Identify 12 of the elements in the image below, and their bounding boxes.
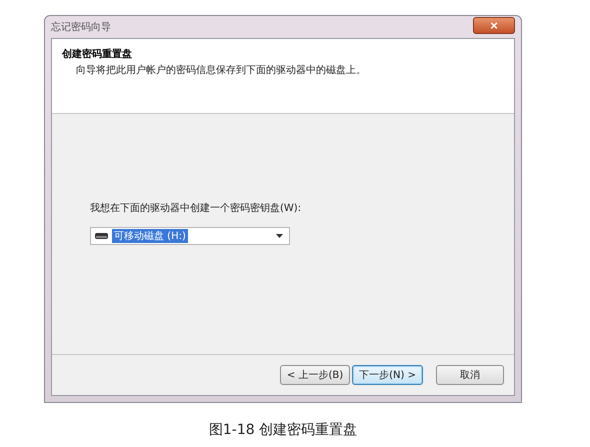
figure-caption: 图1-18 创建密码重置盘 xyxy=(208,421,358,439)
dropdown-value: 可移动磁盘 (H:) xyxy=(112,229,188,243)
drive-dropdown[interactable]: 可移动磁盘 (H:) xyxy=(90,227,290,245)
prompt-label: 我想在下面的驱动器中创建一个密码密钥盘(W): xyxy=(90,202,302,215)
header-description: 向导将把此用户帐户的密码信息保存到下面的驱动器中的磁盘上。 xyxy=(75,64,367,77)
header-title: 创建密码重置盘 xyxy=(62,48,133,61)
caret-icon xyxy=(276,234,283,238)
drive-icon xyxy=(95,233,108,239)
wizard-button[interactable]: 取消 xyxy=(436,365,504,385)
wizard-button[interactable]: < 上一步(B) xyxy=(280,365,350,385)
wizard-button[interactable]: 下一步(N) > xyxy=(352,365,423,385)
window-title: 忘记密码向导 xyxy=(51,20,111,34)
